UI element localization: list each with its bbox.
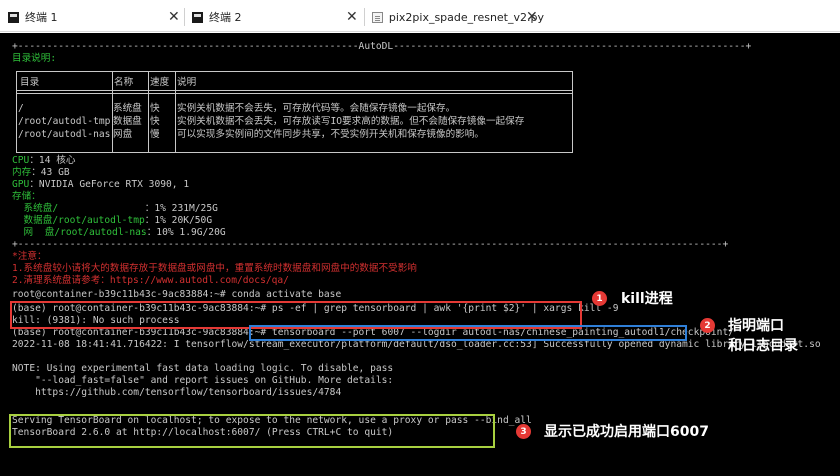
annotation-note-1: kill进程 [621,291,673,307]
table-border [148,71,149,153]
net-disk-line: 网 盘/root/autodl-nas：10% 1.9G/20G [12,227,226,239]
table-cell: 网盘 [113,129,133,140]
command-conda-activate: root@container-b39c11b43c-9ac83884:~# co… [12,289,342,300]
tab-label: pix2pix_spade_resnet_v2.py [388,10,544,24]
annotation-box-serving [9,414,495,448]
cpu-line: CPU：14 核心 [12,155,75,167]
memory-value: ：43 GB [31,167,70,178]
table-border [572,71,573,153]
table-cell: 快 [150,116,160,127]
attention-line-1: 1.系统盘较小请将大的数据存放于数据盘或网盘中，重置系统时数据盘和网盘中的数据不… [12,263,417,274]
system-disk-line: 系统盘/ ：1% 231M/25G [12,203,218,215]
memory-label: 内存 [12,167,32,178]
tab-file-pix2pix[interactable]: pix2pix_spade_resnet_v2.py ✕ [372,4,544,30]
table-cell: 数据盘 [113,116,142,127]
tab-label: 终端 1 [25,11,58,24]
close-icon[interactable]: ✕ [346,10,358,24]
table-cell: 实例关机数据不会丢失，可存放读写IO要求高的数据。但不会随保存镜像一起保存 [177,116,525,127]
table-border [16,152,572,153]
tab-terminal-1[interactable]: 终端 1 ✕ [8,4,184,30]
storage-label: 存储： [12,191,41,202]
table-header-cell: 说明 [177,77,197,88]
tab-bar: 终端 1 ✕ 终端 2 ✕ pix2pix_spade_resnet_v2.py… [0,0,840,32]
table-border [16,71,572,72]
table-cell: 可以实现多实例间的文件同步共享，不受实例开关机和保存镜像的影响。 [177,129,484,140]
annotation-badge-3: 3 [516,424,531,439]
close-icon[interactable]: ✕ [168,10,180,24]
table-cell: /root/autodl-nas [18,129,111,140]
table-cell: /root/autodl-tmp [18,116,111,127]
note-line-2: "--load_fast=false" and report issues on… [12,375,394,386]
table-header-cell: 名称 [114,77,134,88]
table-header-cell: 目录 [20,77,40,88]
annotation-note-2: 指明端口 和日志目录 [728,318,798,354]
terminal-output[interactable]: +---------------------------------------… [0,33,840,476]
close-icon[interactable]: ✕ [526,10,538,24]
terminal-icon [8,11,19,23]
net-disk-label: 网 盘/root/autodl-nas [12,227,147,238]
memory-line: 内存：43 GB [12,167,70,179]
table-border [16,90,572,91]
attention-line-2: 2.清理系统盘请参考：https://www.autodl.com/docs/q… [12,275,289,286]
data-disk-line: 数据盘/root/autodl-tmp：1% 20K/50G [12,215,213,227]
table-border [16,71,17,153]
system-disk-label: 系统盘/ [12,203,145,214]
net-disk-value: ：10% 1.9G/20G [146,227,226,238]
tab-label: 终端 2 [209,11,242,24]
tab-divider [184,8,185,26]
note-line-1: NOTE: Using experimental fast data loadi… [12,363,394,374]
annotation-note-3: 显示已成功启用端口6007 [544,424,709,440]
table-cell: 慢 [150,129,160,140]
table-header-cell: 速度 [150,77,170,88]
table-border [175,71,176,153]
annotation-badge-1: 1 [592,291,607,306]
file-icon [372,11,383,23]
dir-title: 目录说明: [12,53,57,64]
cpu-label: CPU [12,155,30,166]
annotation-box-port [249,325,687,341]
banner-divider: +---------------------------------------… [12,239,729,250]
table-border [16,93,572,94]
system-disk-value: ：1% 231M/25G [144,203,218,214]
table-cell: / [18,103,24,114]
tab-terminal-2[interactable]: 终端 2 ✕ [192,4,364,30]
gpu-value: ：NVIDIA GeForce RTX 3090, 1 [29,179,190,190]
note-line-3: https://github.com/tensorflow/tensorboar… [12,387,342,398]
table-cell: 系统盘 [113,103,142,114]
gpu-label: GPU [12,179,30,190]
annotation-badge-2: 2 [700,318,715,333]
cpu-value: ：14 核心 [29,155,76,166]
attention-title: *注意： [12,251,47,262]
data-disk-value: ：1% 20K/50G [144,215,213,226]
data-disk-label: 数据盘/root/autodl-tmp [12,215,145,226]
terminal-icon [192,11,203,23]
autodl-banner: +---------------------------------------… [12,41,752,52]
table-cell: 实例关机数据不会丢失，可存放代码等。会随保存镜像一起保存。 [177,103,456,114]
gpu-line: GPU：NVIDIA GeForce RTX 3090, 1 [12,179,189,191]
tab-divider [364,8,365,26]
table-cell: 快 [150,103,160,114]
